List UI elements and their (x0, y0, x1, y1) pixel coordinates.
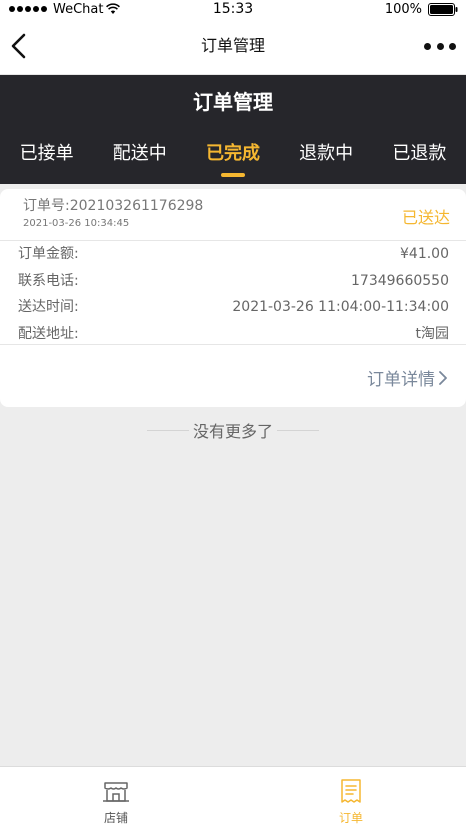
order-detail-link[interactable]: 订单详情 (367, 365, 448, 390)
order-detail-label: 订单详情 (367, 370, 435, 390)
status-bar: WeChat 15:33 100% (0, 0, 466, 18)
delivery-time-row: 送达时间: 2021-03-26 11:04:00-11:34:00 (0, 294, 466, 321)
order-amount-row: 订单金额: ¥41.00 (0, 241, 466, 268)
order-amount-label: 订单金额: (18, 246, 79, 262)
tab-refunded[interactable]: 已退款 (388, 137, 450, 171)
delivery-time-value: 2021-03-26 11:04:00-11:34:00 (232, 299, 449, 315)
tab-bar-orders[interactable]: 订单 (321, 773, 381, 829)
tab-completed[interactable]: 已完成 (202, 137, 264, 177)
tab-refunding[interactable]: 退款中 (295, 137, 357, 171)
battery-icon (428, 2, 458, 16)
list-end-indicator: 没有更多了 (0, 418, 466, 442)
receipt-icon (341, 779, 361, 803)
status-tabs: 已接单 配送中 已完成 退款中 已退款 (0, 137, 466, 181)
divider-line (277, 429, 319, 431)
more-dots-icon[interactable] (424, 36, 456, 56)
order-number: 订单号:202103261176298 (23, 198, 204, 214)
tab-completed-label: 已完成 (205, 143, 260, 164)
tab-bar-orders-label: 订单 (338, 811, 363, 825)
order-card[interactable]: 订单号:202103261176298 2021-03-26 10:34:45 … (0, 189, 466, 407)
order-time: 2021-03-26 10:34:45 (23, 218, 130, 229)
store-icon (103, 782, 129, 802)
battery-percent: 100% (384, 1, 422, 17)
order-card-header: 订单号:202103261176298 2021-03-26 10:34:45 … (0, 189, 466, 241)
order-header: 订单管理 已接单 配送中 已完成 退款中 已退款 (0, 75, 466, 184)
card-divider (0, 344, 466, 345)
order-status: 已送达 (401, 208, 450, 227)
status-right: 100% (385, 0, 458, 18)
tab-bar-store[interactable]: 店铺 (86, 773, 146, 829)
order-fields: 订单金额: ¥41.00 联系电话: 17349660550 送达时间: 202… (0, 241, 466, 347)
order-amount-value: ¥41.00 (400, 246, 449, 262)
nav-bar: 订单管理 (0, 18, 466, 75)
contact-phone-row: 联系电话: 17349660550 (0, 268, 466, 295)
tab-accepted[interactable]: 已接单 (16, 137, 78, 171)
active-tab-indicator (220, 173, 245, 177)
tab-delivering[interactable]: 配送中 (109, 137, 171, 171)
bottom-tab-bar: 店铺 订单 (0, 766, 466, 831)
divider-line (146, 429, 189, 431)
contact-phone-label: 联系电话: (18, 272, 79, 289)
nav-title: 订单管理 (200, 36, 265, 55)
contact-phone-value: 17349660550 (351, 272, 449, 289)
tab-bar-store-label: 店铺 (103, 811, 128, 825)
list-end-text: 没有更多了 (192, 422, 273, 441)
chevron-right-icon (439, 370, 447, 385)
delivery-time-label: 送达时间: (18, 299, 79, 315)
page-title: 订单管理 (193, 90, 273, 114)
